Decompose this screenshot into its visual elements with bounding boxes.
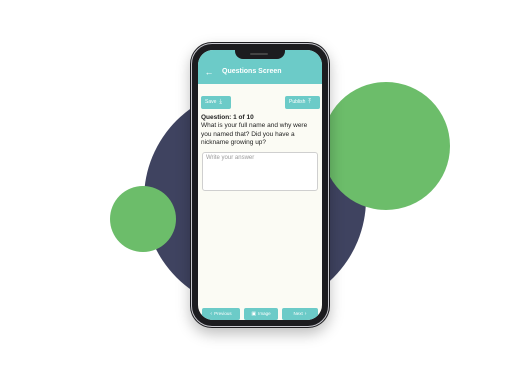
stage: ← Questions Screen Save ⤓ Publish ⤒ Ques… bbox=[0, 0, 512, 370]
next-button[interactable]: Next › bbox=[282, 308, 318, 320]
next-label: Next bbox=[293, 311, 303, 316]
phone-notch bbox=[235, 50, 285, 59]
answer-input[interactable]: Write your answer bbox=[202, 152, 318, 191]
bottom-nav: ‹ Previous ▣ Image Next › bbox=[198, 308, 322, 320]
publish-label: Publish bbox=[289, 99, 306, 105]
back-arrow-icon[interactable]: ← bbox=[204, 67, 214, 77]
publish-button[interactable]: Publish ⤒ bbox=[285, 96, 320, 109]
previous-button[interactable]: ‹ Previous bbox=[202, 308, 240, 320]
image-icon: ▣ bbox=[251, 311, 257, 317]
image-button[interactable]: ▣ Image bbox=[244, 308, 278, 320]
screen-title: Questions Screen bbox=[222, 68, 282, 75]
background-green-circle-small bbox=[110, 186, 176, 252]
phone-screen: ← Questions Screen Save ⤓ Publish ⤒ Ques… bbox=[198, 50, 322, 320]
background-green-circle-large bbox=[322, 82, 450, 210]
chevron-right-icon: › bbox=[304, 311, 307, 317]
chevron-left-icon: ‹ bbox=[210, 311, 213, 317]
question-counter: Question: 1 of 10 bbox=[201, 114, 254, 121]
previous-label: Previous bbox=[214, 311, 232, 316]
question-text: What is your full name and why were you … bbox=[201, 122, 308, 146]
image-label: Image bbox=[258, 311, 271, 316]
phone-frame: ← Questions Screen Save ⤓ Publish ⤒ Ques… bbox=[190, 42, 330, 328]
save-label: Save bbox=[205, 99, 217, 105]
answer-placeholder: Write your answer bbox=[206, 155, 255, 161]
download-icon: ⤓ bbox=[219, 99, 223, 105]
upload-icon: ⤒ bbox=[308, 99, 312, 105]
save-button[interactable]: Save ⤓ bbox=[201, 96, 231, 109]
